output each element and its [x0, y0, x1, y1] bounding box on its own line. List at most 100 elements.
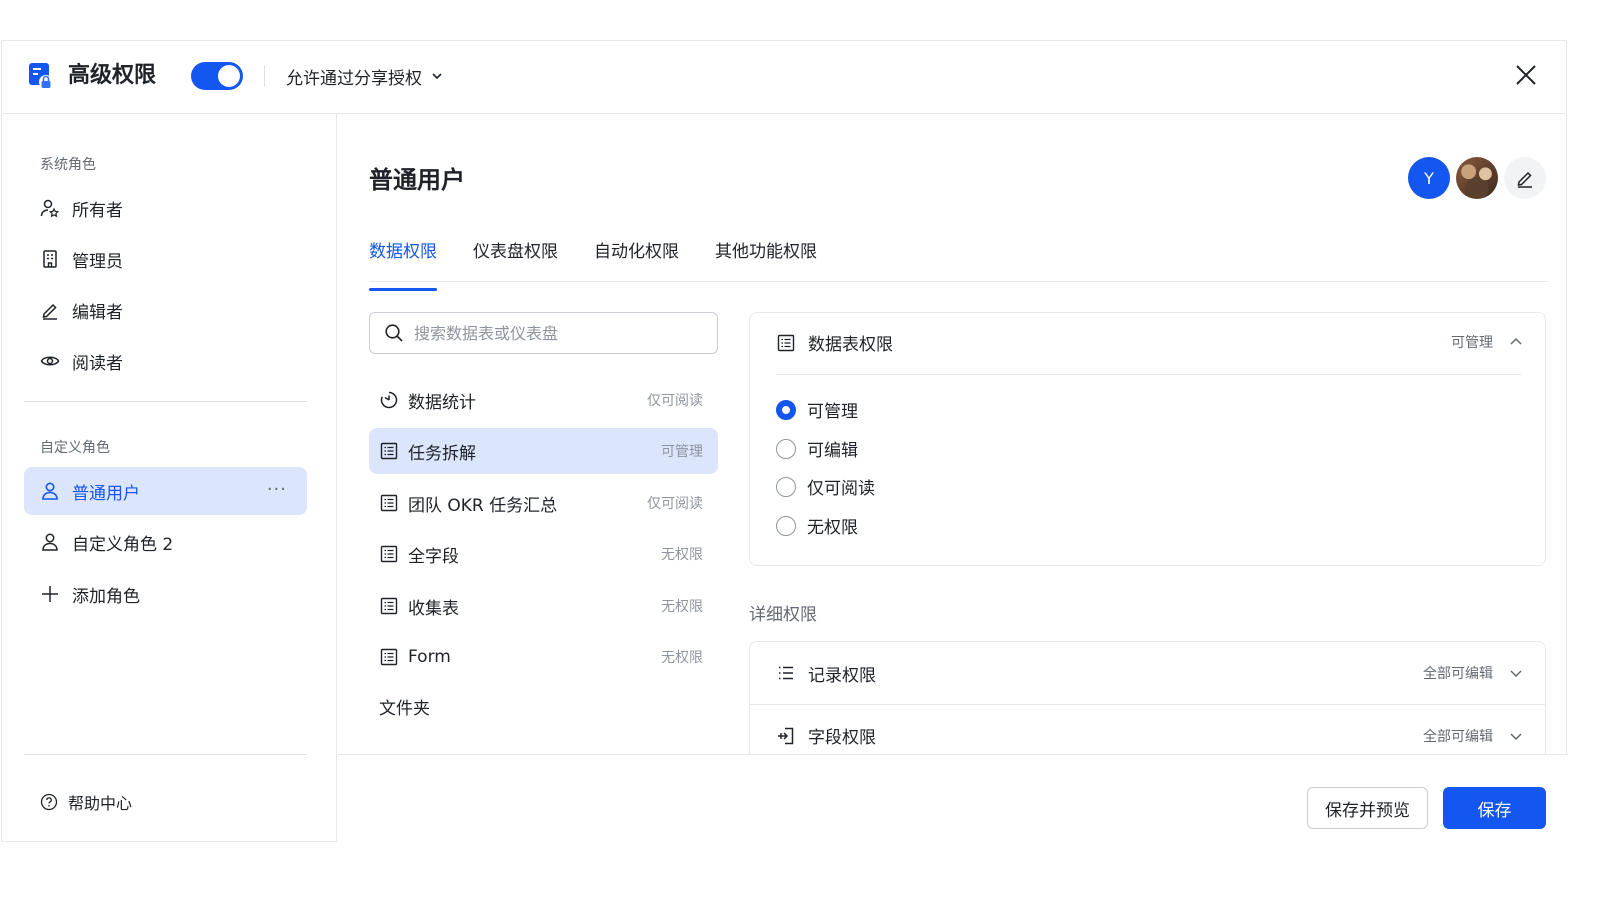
radio-can-manage[interactable]: 可管理: [776, 397, 858, 422]
field-icon: [778, 727, 794, 744]
sidebar-divider: [24, 401, 307, 402]
sidebar-item-normal-user[interactable]: 普通用户 ···: [24, 467, 307, 515]
user-icon: [40, 532, 60, 552]
user-icon: [40, 481, 60, 501]
list-icon: [779, 666, 793, 680]
table-name: 全字段: [408, 546, 459, 567]
record-permission-value-group: 全部可编辑: [1423, 663, 1523, 683]
table-icon: [379, 544, 399, 564]
detail-permission-card: 记录权限 全部可编辑 字段权限 全部可编辑: [749, 641, 1546, 755]
radio-dot: [776, 399, 796, 420]
table-name: 任务拆解: [408, 443, 476, 464]
radio-label: 可管理: [807, 402, 858, 422]
field-permission-row[interactable]: 字段权限 全部可编辑: [750, 704, 1545, 755]
table-icon: [379, 441, 399, 461]
radio-no-permission[interactable]: 无权限: [776, 513, 858, 538]
folder-label[interactable]: 文件夹: [379, 694, 430, 719]
field-permission-value: 全部可编辑: [1423, 728, 1493, 745]
sidebar-item-label: 自定义角色 2: [72, 534, 174, 555]
permission-app-icon: [29, 63, 53, 89]
list-item[interactable]: Form 无权限: [369, 634, 718, 680]
share-authorization-dropdown[interactable]: 允许通过分享授权: [286, 63, 444, 89]
search-input[interactable]: [414, 323, 704, 343]
field-permission-value-group: 全部可编辑: [1423, 726, 1523, 746]
roles-sidebar: 系统角色 所有者 管理员 编辑者 阅读者 自定义角色 普通用户 ··· 自定义角…: [2, 114, 337, 842]
permission-tabs: 数据权限 仪表盘权限 自动化权限 其他功能权限: [369, 232, 817, 291]
record-permission-title: 记录权限: [808, 665, 876, 686]
sidebar-item-custom-role-2[interactable]: 自定义角色 2: [24, 518, 307, 566]
avatar[interactable]: Y: [1408, 157, 1450, 199]
more-options-icon[interactable]: ···: [267, 479, 287, 500]
record-permission-value: 全部可编辑: [1423, 666, 1493, 682]
add-role-button[interactable]: 添加角色: [24, 570, 307, 618]
admin-icon: [40, 249, 60, 269]
help-center-link[interactable]: 帮助中心: [40, 790, 132, 814]
sidebar-item-label: 编辑者: [72, 302, 123, 323]
tab-other-permission[interactable]: 其他功能权限: [715, 232, 817, 282]
detail-permission-label: 详细权限: [749, 605, 817, 625]
dialog-header: 高级权限 允许通过分享授权: [2, 41, 1566, 114]
radio-label: 仅可阅读: [807, 479, 875, 499]
sidebar-item-admin[interactable]: 管理员: [24, 235, 307, 283]
toggle-knob: [218, 65, 240, 87]
sidebar-item-owner[interactable]: 所有者: [24, 184, 307, 232]
custom-roles-label: 自定义角色: [40, 440, 110, 456]
list-item[interactable]: 收集表 无权限: [369, 583, 718, 629]
chevron-down-icon: [1510, 670, 1522, 678]
edit-members-button[interactable]: [1504, 157, 1546, 199]
plus-icon: [40, 584, 60, 604]
radio-label: 可编辑: [807, 441, 858, 461]
table-permission-title: 数据表权限: [808, 335, 893, 355]
chevron-down-icon: [432, 73, 442, 80]
table-permission-badge: 无权限: [661, 650, 703, 666]
help-icon: [40, 793, 58, 811]
sidebar-divider: [24, 754, 307, 755]
table-icon: [379, 493, 399, 513]
table-permission-collapse[interactable]: 可管理: [1451, 332, 1523, 352]
radio-dot: [776, 438, 796, 459]
close-icon[interactable]: [1512, 61, 1540, 89]
list-item[interactable]: 数据统计 仅可阅读: [369, 377, 718, 423]
search-box: [369, 312, 718, 354]
tab-data-permission[interactable]: 数据权限: [369, 232, 437, 291]
help-center-label: 帮助中心: [68, 794, 133, 813]
table-permission-badge: 无权限: [661, 547, 703, 563]
chevron-up-icon: [1510, 337, 1522, 345]
dialog-title: 高级权限: [68, 63, 157, 88]
radio-read-only[interactable]: 仅可阅读: [776, 474, 875, 499]
radio-can-edit[interactable]: 可编辑: [776, 436, 858, 461]
table-name: 收集表: [408, 598, 459, 619]
table-permission-header: 数据表权限: [776, 330, 893, 355]
save-button[interactable]: 保存: [1443, 787, 1546, 829]
tabs-divider: [369, 281, 1548, 282]
table-permission-badge: 仅可阅读: [647, 496, 703, 512]
advanced-permission-toggle[interactable]: [191, 62, 243, 90]
tab-dashboard-permission[interactable]: 仪表盘权限: [473, 232, 558, 282]
pencil-icon: [1517, 171, 1532, 188]
card-divider: [776, 374, 1521, 375]
add-role-label: 添加角色: [72, 586, 140, 607]
record-permission-row[interactable]: 记录权限 全部可编辑: [750, 642, 1545, 704]
dialog-footer: 保存并预览 保存: [338, 754, 1568, 842]
sidebar-item-label: 所有者: [72, 200, 123, 221]
sidebar-item-reader[interactable]: 阅读者: [24, 337, 307, 385]
list-item[interactable]: 团队 OKR 任务汇总 仅可阅读: [369, 480, 718, 526]
sidebar-item-editor[interactable]: 编辑者: [24, 286, 307, 334]
table-name: 数据统计: [408, 392, 476, 413]
radio-dot: [776, 476, 796, 497]
table-name: 团队 OKR 任务汇总: [408, 495, 558, 516]
role-detail-panel: 普通用户 Y 数据权限 仪表盘权限 自动化权限 其他功能权限 数据统计 仅可阅读…: [338, 114, 1568, 842]
advanced-permissions-dialog: 高级权限 允许通过分享授权 系统角色 所有者 管理员 编辑者 阅读者 自定义角色…: [1, 40, 1568, 842]
dashboard-icon: [379, 390, 399, 410]
avatar-photo[interactable]: [1456, 157, 1498, 199]
save-and-preview-button[interactable]: 保存并预览: [1307, 787, 1428, 829]
tab-automation-permission[interactable]: 自动化权限: [594, 232, 679, 282]
list-item[interactable]: 任务拆解 可管理: [369, 428, 718, 474]
radio-label: 无权限: [807, 518, 858, 538]
table-permission-badge: 无权限: [661, 599, 703, 615]
pencil-icon: [40, 300, 60, 320]
eye-icon: [40, 351, 60, 371]
page-title: 普通用户: [369, 166, 465, 194]
list-item[interactable]: 全字段 无权限: [369, 531, 718, 577]
table-permission-value: 可管理: [1451, 335, 1493, 351]
